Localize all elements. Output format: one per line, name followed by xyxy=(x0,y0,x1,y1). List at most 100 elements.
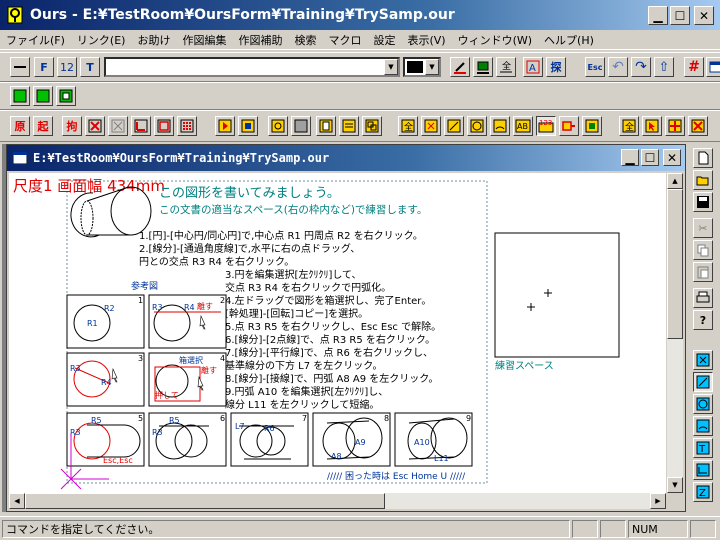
text-button[interactable]: T xyxy=(80,57,100,77)
menu-link[interactable]: リンク(E) xyxy=(71,32,132,48)
menu-draw-edit[interactable]: 作図編集 xyxy=(176,32,232,48)
horizontal-scroll-thumb[interactable] xyxy=(25,493,385,509)
grid-button[interactable]: # xyxy=(684,57,704,77)
minimize-button[interactable]: ▁ xyxy=(648,6,668,25)
play-button[interactable] xyxy=(215,116,235,136)
circle-button[interactable] xyxy=(467,116,487,136)
side-layer-button[interactable]: Z xyxy=(693,482,713,502)
print-button[interactable] xyxy=(693,288,713,308)
select-all-button[interactable]: 全 xyxy=(619,116,639,136)
app-icon[interactable] xyxy=(6,6,24,24)
menu-help[interactable]: ヘルプ(H) xyxy=(538,32,600,48)
side-point-button[interactable] xyxy=(693,350,713,370)
svg-text:離す: 離す xyxy=(197,301,213,311)
close-button[interactable]: ✕ xyxy=(694,6,714,25)
snap-cross-button[interactable] xyxy=(108,116,128,136)
doc-maximize-button[interactable]: ☐ xyxy=(641,149,659,166)
document-title-bar[interactable]: E:¥TestRoom¥OursForm¥Training¥TrySamp.ou… xyxy=(7,145,685,171)
maximize-button[interactable]: ☐ xyxy=(670,6,690,25)
scroll-right-button[interactable]: ▶ xyxy=(650,493,666,509)
maximize-icon: ☐ xyxy=(644,150,656,165)
pointer-button[interactable] xyxy=(642,116,662,136)
layer-2-button[interactable] xyxy=(33,86,53,106)
diagonal-line-icon xyxy=(696,375,710,389)
all-button[interactable]: 全 xyxy=(398,116,418,136)
line-style-button[interactable] xyxy=(10,57,30,77)
layer-3-button[interactable] xyxy=(56,86,76,106)
menu-window[interactable]: ウィンドウ(W) xyxy=(452,32,538,48)
search-button[interactable]: 探 xyxy=(546,57,566,77)
undo-button[interactable]: ↶ xyxy=(608,57,628,77)
lines-button[interactable] xyxy=(339,116,359,136)
paste-button[interactable] xyxy=(693,262,713,282)
copy-frame-button[interactable] xyxy=(362,116,382,136)
style-combo[interactable]: ▼ xyxy=(104,57,400,77)
doc-close-button[interactable]: ✕ xyxy=(663,149,681,166)
line-draw-button[interactable] xyxy=(444,116,464,136)
escape-button[interactable]: Esc xyxy=(585,57,605,77)
frame-button[interactable] xyxy=(154,116,174,136)
document-icon[interactable] xyxy=(13,152,27,164)
snap-box-button[interactable] xyxy=(85,116,105,136)
tag-button[interactable] xyxy=(559,116,579,136)
cut-button[interactable]: ✂ xyxy=(693,218,713,238)
delete-button[interactable] xyxy=(688,116,708,136)
layer-1-button[interactable] xyxy=(10,86,30,106)
point-button[interactable] xyxy=(421,116,441,136)
cross-button[interactable] xyxy=(665,116,685,136)
up-button[interactable]: ⇧ xyxy=(654,57,674,77)
corner-button[interactable] xyxy=(131,116,151,136)
side-arc-button[interactable] xyxy=(693,416,713,436)
font-button[interactable]: F xyxy=(34,57,54,77)
arc-button[interactable] xyxy=(490,116,510,136)
measure-button[interactable] xyxy=(268,116,288,136)
vertical-scroll-thumb[interactable] xyxy=(667,189,683,339)
window-tool-button[interactable] xyxy=(706,57,720,77)
origin-button[interactable]: 原 xyxy=(10,116,30,136)
practice-box[interactable] xyxy=(494,232,620,358)
scroll-up-button[interactable]: ▲ xyxy=(667,173,683,189)
grid-snap-button[interactable] xyxy=(177,116,197,136)
gray-tool-button[interactable] xyxy=(291,116,311,136)
fill-button[interactable] xyxy=(473,57,493,77)
side-circle-button[interactable] xyxy=(693,394,713,414)
doc-minimize-button[interactable]: ▁ xyxy=(621,149,639,166)
new-file-button[interactable] xyxy=(693,148,713,168)
title-bar[interactable]: Ours - E:¥TestRoom¥OursForm¥Training¥Try… xyxy=(0,0,720,30)
scroll-left-button[interactable]: ◀ xyxy=(9,493,25,509)
text-frame-button[interactable]: A xyxy=(523,57,543,77)
page-button[interactable] xyxy=(316,116,336,136)
copy-button[interactable] xyxy=(693,240,713,260)
text-align-button[interactable]: 全 xyxy=(496,57,516,77)
dimension-button[interactable]: 123 xyxy=(536,116,556,136)
menu-settings[interactable]: 設定 xyxy=(367,32,401,48)
vertical-scrollbar[interactable]: ▲ ▼ xyxy=(667,173,683,493)
font-size-button[interactable]: 12 xyxy=(57,57,77,77)
color-combo[interactable]: ▼ xyxy=(403,57,441,77)
redo-button[interactable]: ↷ xyxy=(631,57,651,77)
chevron-down-icon[interactable]: ▼ xyxy=(425,59,439,75)
save-button[interactable] xyxy=(693,192,713,212)
menu-file[interactable]: ファイル(F) xyxy=(0,32,71,48)
start-button[interactable]: 起 xyxy=(33,116,53,136)
menu-search[interactable]: 検索 xyxy=(288,32,322,48)
drawing-svg[interactable]: 尺度1 画面幅 434mm この図形を書いてみましょう。 この文書の適当なスペー… xyxy=(9,173,666,493)
menu-macro[interactable]: マクロ xyxy=(322,32,367,48)
scroll-down-button[interactable]: ▼ xyxy=(667,477,683,493)
drawing-canvas[interactable]: 尺度1 画面幅 434mm この図形を書いてみましょう。 この文書の適当なスペー… xyxy=(9,173,666,493)
pen-color-button[interactable] xyxy=(450,57,470,77)
menu-view[interactable]: 表示(V) xyxy=(401,32,451,48)
horizontal-scrollbar[interactable]: ◀ ▶ xyxy=(9,493,666,509)
constraint-button[interactable]: 拘 xyxy=(62,116,82,136)
menu-draw-assist[interactable]: 作図補助 xyxy=(232,32,288,48)
text-ab-button[interactable]: AB xyxy=(513,116,533,136)
chevron-down-icon[interactable]: ▼ xyxy=(384,59,398,75)
menu-help-assist[interactable]: お助け xyxy=(131,32,176,48)
side-line-button[interactable] xyxy=(693,372,713,392)
side-dim-button[interactable] xyxy=(693,460,713,480)
context-help-button[interactable]: ? xyxy=(693,310,713,330)
open-file-button[interactable] xyxy=(693,170,713,190)
record-button[interactable] xyxy=(238,116,258,136)
side-text-button[interactable]: T xyxy=(693,438,713,458)
symbol-button[interactable] xyxy=(582,116,602,136)
